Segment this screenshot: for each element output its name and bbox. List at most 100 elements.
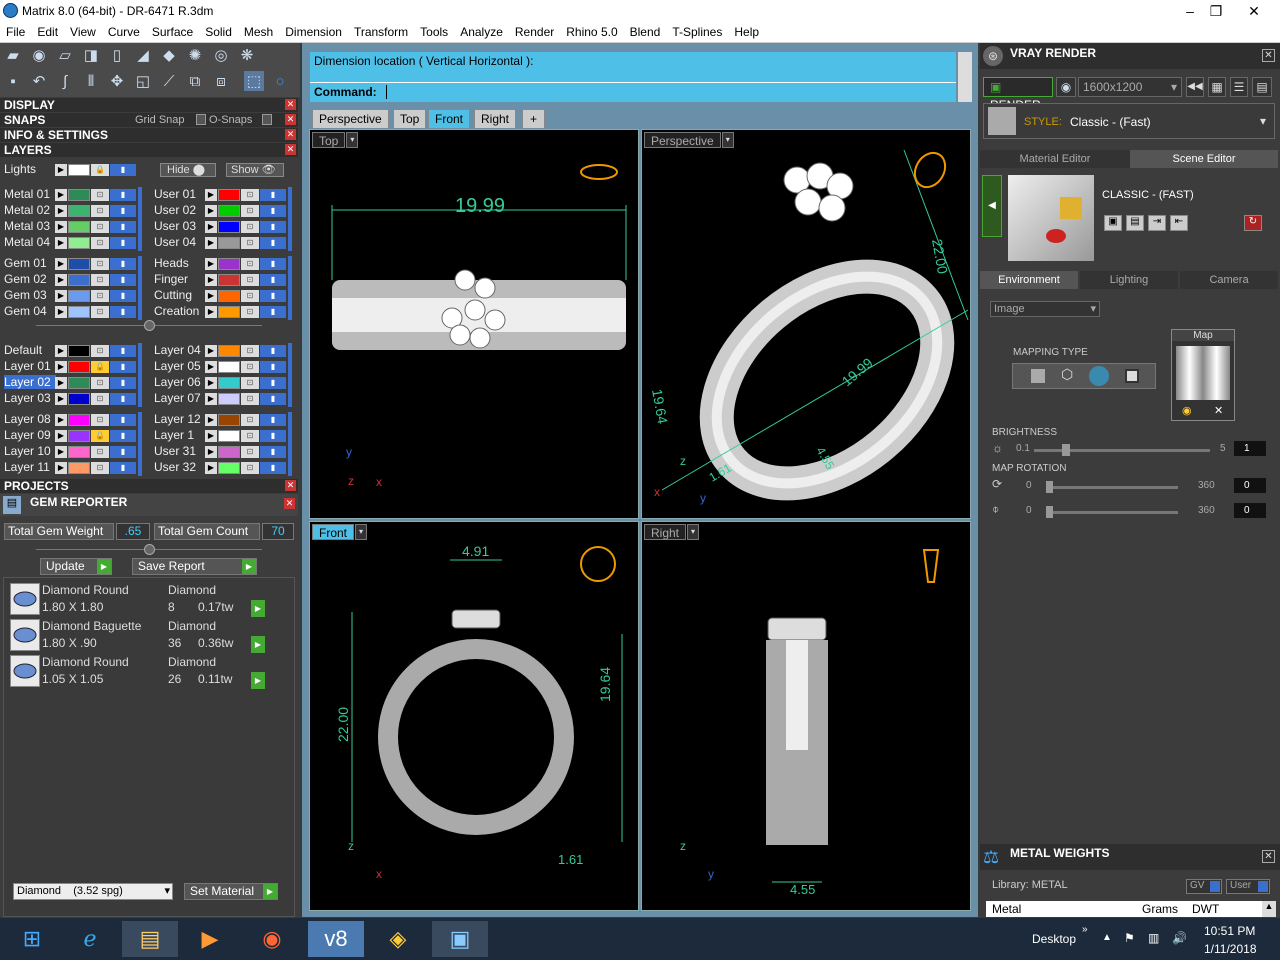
layer-name[interactable]: Creation [154,304,206,318]
visibility-toggle[interactable]: ▮ [110,462,136,474]
network-icon[interactable]: ▥ [1148,931,1159,945]
expand-arrow-icon[interactable]: ▶ [205,414,217,426]
lock-icon[interactable]: ⊡ [91,377,109,389]
visibility-toggle[interactable]: ▮ [110,345,136,357]
import-icon[interactable]: ⇥ [1148,215,1166,231]
lock-icon[interactable]: ⊡ [91,221,109,233]
tab-lighting[interactable]: Lighting [1080,271,1178,289]
lock-icon[interactable]: ⊡ [241,237,259,249]
lock-icon[interactable]: ⊡ [241,430,259,442]
select-tool-icon[interactable]: ⬚ [244,71,264,91]
visibility-toggle[interactable]: ▮ [110,189,136,201]
reset-icon[interactable]: ↻ [1244,215,1262,231]
split-tool-icon[interactable]: ⫴ [81,71,101,91]
expand-arrow-icon[interactable]: ▶ [55,393,67,405]
rotation2-value[interactable]: 0 [1234,503,1266,518]
layer-name[interactable]: User 01 [154,187,206,201]
layer-row[interactable]: Layer 04 ▶ ⊡ ▮ [150,343,298,359]
menu-tsplines[interactable]: T-Splines [666,25,728,39]
layer-color-swatch[interactable] [68,290,90,302]
layer-row[interactable]: Layer 01 ▶ 🔒 ▮ [0,359,148,375]
layer-name[interactable]: Gem 02 [4,272,56,286]
grid-snap-checkbox[interactable] [196,114,206,125]
lights-swatch[interactable] [68,164,90,176]
visibility-toggle[interactable]: ▮ [260,274,286,286]
layer-color-swatch[interactable] [218,393,240,405]
lock-icon[interactable]: ⊡ [91,414,109,426]
firefox-icon[interactable]: ◉ [244,921,300,957]
command-input[interactable] [386,85,387,99]
clock-time[interactable]: 10:51 PM [1204,924,1255,938]
clear-map-icon[interactable]: ✕ [1214,404,1223,417]
material-select[interactable]: Diamond (3.52 spg) ▾ [13,883,173,900]
arc-tool-icon[interactable]: ↶ [29,71,49,91]
layer-color-swatch[interactable] [68,274,90,286]
curve-tool-icon[interactable]: ∫ [55,71,75,91]
layer-color-swatch[interactable] [218,258,240,270]
close-icon[interactable]: ✕ [285,99,296,110]
lock-icon[interactable]: ⊡ [91,290,109,302]
visibility-toggle[interactable]: ▮ [260,361,286,373]
layer-color-swatch[interactable] [218,290,240,302]
command-scrollbar[interactable] [958,52,972,102]
circle-tool-icon[interactable]: ○ [270,71,290,91]
close-button[interactable]: ✕ [1236,0,1272,22]
menu-help[interactable]: Help [728,25,765,39]
layer-name[interactable]: User 03 [154,219,206,233]
lock-icon[interactable]: ⊡ [91,237,109,249]
layers-section[interactable]: LAYERS ✕ [0,143,298,157]
tab-top[interactable]: Top [393,109,427,128]
viewport-front[interactable]: Front ▾ 4.91 22.00 19.64 1.61 z x [309,521,639,911]
layer-color-swatch[interactable] [68,258,90,270]
image-viewer-icon[interactable]: ▣ [432,921,488,957]
layer-row[interactable]: Metal 04 ▶ ⊡ ▮ [0,235,148,251]
visibility-toggle[interactable]: ▮ [260,414,286,426]
double-chevron-icon[interactable]: » [1082,924,1088,935]
lock-icon[interactable]: ⊡ [241,393,259,405]
menu-edit[interactable]: Edit [31,25,64,39]
tab-material-editor[interactable]: Material Editor [980,150,1130,168]
frames-icon[interactable]: ▦ [1208,77,1226,97]
lock-icon[interactable]: 🔒 [91,361,109,373]
layer-name[interactable]: Layer 03 [4,391,56,405]
sphere-tool-icon[interactable]: ◉ [29,45,49,65]
boolean-tool-icon[interactable]: ⧉ [185,71,205,91]
gem-material-cell[interactable]: Diamond [168,583,266,597]
rotation1-slider[interactable] [1046,486,1178,489]
visibility-toggle[interactable]: ▮ [110,274,136,286]
layer-color-swatch[interactable] [68,393,90,405]
lock-icon[interactable]: ⊡ [241,290,259,302]
layer-name[interactable]: Gem 04 [4,304,56,318]
layer-name[interactable]: Metal 01 [4,187,56,201]
rotation2-slider-handle[interactable] [1046,506,1053,518]
scroll-up-icon[interactable]: ▲ [1262,901,1276,917]
expand-arrow-icon[interactable]: ▶ [205,361,217,373]
layer-color-swatch[interactable] [68,430,90,442]
layer-name[interactable]: Layer 09 [4,428,56,442]
visibility-toggle[interactable]: ▮ [110,205,136,217]
layer-name[interactable]: User 32 [154,460,206,474]
visibility-toggle[interactable]: ▮ [260,462,286,474]
gv-toggle[interactable]: GV [1186,879,1222,894]
layer-name[interactable]: Default [4,343,56,357]
expand-arrow-icon[interactable]: ▶ [55,164,67,176]
lock-icon[interactable]: ⊡ [241,361,259,373]
layer-row[interactable]: Metal 02 ▶ ⊡ ▮ [0,203,148,219]
layer-name[interactable]: User 04 [154,235,206,249]
layer-color-swatch[interactable] [218,361,240,373]
expand-arrow-icon[interactable]: ▶ [55,345,67,357]
gem-size-cell[interactable]: 1.80 X .90 [42,636,168,650]
visibility-toggle[interactable]: ▮ [260,393,286,405]
layer-name[interactable]: Metal 03 [4,219,56,233]
surface-tool-icon[interactable]: ▰ [3,45,23,65]
layer-name[interactable]: Layer 02 [4,375,56,389]
gear-tool-icon[interactable]: ✺ [185,45,205,65]
layer-row[interactable]: Layer 12 ▶ ⊡ ▮ [150,412,298,428]
lock-icon[interactable]: ⊡ [241,274,259,286]
hide-button[interactable]: Hide ⬤ [160,163,216,177]
projects-section[interactable]: PROJECTS ✕ [0,479,298,493]
gem-name-cell[interactable]: Diamond Round [42,583,168,597]
layer-row[interactable]: Default ▶ ⊡ ▮ [0,343,148,359]
visibility-toggle[interactable]: ▮ [260,237,286,249]
gem-size-cell[interactable]: 1.05 X 1.05 [42,672,168,686]
